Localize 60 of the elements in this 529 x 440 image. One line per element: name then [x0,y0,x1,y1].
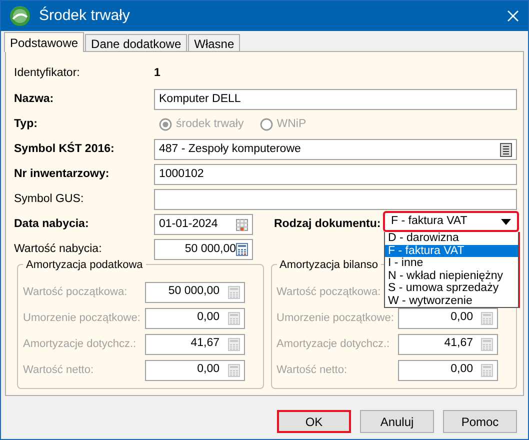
input-field: 41,67 [144,334,244,354]
field-label: Wartość początkowa: [23,284,128,300]
identifier-value: 1 [154,66,160,82]
dropdown-option[interactable]: I - inne [385,257,518,270]
input-field: 50 000,00 [144,282,244,302]
calculator-icon [228,312,240,324]
input-field[interactable]: 50 000,00 [154,239,253,260]
caret-icon [501,218,511,224]
input-field: 41,67 [398,334,498,354]
calculator-icon [228,364,240,376]
input-field[interactable] [154,189,517,210]
tab[interactable]: Dane dodatkowe [85,34,188,51]
field-label: Typ: [14,116,38,132]
input-field: 0,00 [398,360,498,380]
calculator-icon [481,364,493,376]
field-label: Umorzenie początkowe: [276,310,394,326]
field-label: Nazwa: [14,92,55,107]
calendar-icon[interactable] [236,218,248,230]
group-title: Amortyzacja bilanso [276,257,381,274]
dropdown-option[interactable]: S - umowa sprzedaży [385,282,518,294]
field-label: Umorzenie początkowe: [23,310,140,326]
input-field[interactable]: 487 - Zespoły komputerowe [154,139,517,160]
input-field: 0,00 [144,360,244,380]
group-title: Amortyzacja podatkowa [23,257,146,274]
dropdown-option[interactable]: W - wytworzenie [385,294,518,307]
dialog-button[interactable]: Pomoc [443,410,517,433]
field-label: Identyfikator: [14,66,81,82]
field-label: Amortyzacje dotychcz.: [276,336,390,352]
dropdown-option[interactable]: N - wkład niepieniężny [385,270,518,282]
dialog-button[interactable]: OK [277,410,351,433]
input-field[interactable]: Komputer DELL [154,89,517,110]
app-logo-icon [9,5,31,27]
close-icon[interactable] [506,9,520,23]
window-title: Środek trwały [39,6,131,26]
field-label: Wartość nabycia: [14,242,103,257]
input-field[interactable]: 1000102 [154,164,517,185]
field-label: Symbol GUS: [14,192,85,207]
field-label: Symbol KŚT 2016: [14,140,116,157]
calculator-icon [481,338,493,350]
dialog-button[interactable]: Anuluj [360,410,434,433]
tab[interactable]: Podstawowe [4,32,84,52]
field-label: Data nabycia: [14,216,90,232]
field-label: Wartość początkowa: [276,284,381,300]
dropdown[interactable]: F - faktura VAT [383,211,519,232]
input-field: 0,00 [144,308,244,328]
field-label: Rodzaj dokumentu: [274,216,381,232]
field-label: Wartość netto: [276,362,348,378]
calculator-icon[interactable] [236,243,248,256]
input-field[interactable]: 01-01-2024 [154,214,253,235]
dropdown-option[interactable]: D - darowizna [385,232,518,244]
field-label: Amortyzacje dotychcz.: [23,336,136,352]
tab[interactable]: Własne [188,34,240,51]
field-label: Wartość netto: [23,362,94,378]
input-field: 0,00 [398,308,498,328]
calculator-icon [228,338,240,350]
dropdown-option[interactable]: F - faktura VAT [385,244,518,257]
list-icon[interactable] [500,142,512,156]
calculator-icon [228,286,240,298]
field-label: Nr inwentarzowy: [14,166,110,182]
calculator-icon [481,312,493,324]
